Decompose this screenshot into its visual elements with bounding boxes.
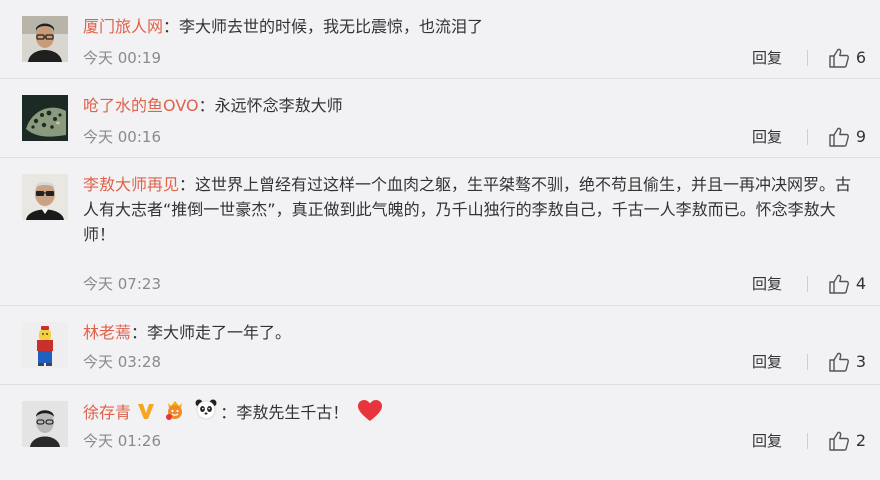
comment-username[interactable]: 厦门旅人网 xyxy=(83,17,163,36)
comment-username[interactable]: 李敖大师再见 xyxy=(83,175,179,194)
avatar-old-man-glasses-icon xyxy=(22,174,68,220)
like-button[interactable]: 9 xyxy=(828,125,866,149)
thumbs-up-icon xyxy=(829,431,849,451)
thumbs-up-icon xyxy=(829,48,849,68)
meta-divider xyxy=(807,50,808,66)
comment-username[interactable]: 呛了水的鱼OVO xyxy=(83,96,199,115)
comment-item: 呛了水的鱼OVO：永远怀念李敖大师 今天 00:16 回复 9 xyxy=(0,79,880,158)
reply-button[interactable]: 回复 xyxy=(752,272,782,296)
avatar-lego-figure-icon xyxy=(22,322,68,368)
thumbs-up-icon xyxy=(829,352,849,372)
like-count: 9 xyxy=(855,127,866,146)
user-avatar[interactable] xyxy=(22,174,68,220)
comment-time: 今天 03:28 xyxy=(83,353,161,371)
reply-button[interactable]: 回复 xyxy=(752,46,782,70)
like-button[interactable]: 3 xyxy=(828,350,866,374)
thumbs-up-icon xyxy=(829,274,849,294)
comment-text: 李大师去世的时候，我无比震惊，也流泪了 xyxy=(179,17,484,36)
comment-separator: ： xyxy=(179,175,196,194)
user-avatar[interactable] xyxy=(22,401,68,447)
meta-divider xyxy=(807,354,808,370)
user-avatar[interactable] xyxy=(22,16,68,62)
crown-face-icon[interactable] xyxy=(163,397,187,430)
like-count: 2 xyxy=(855,431,866,450)
comment-separator: ： xyxy=(198,96,215,115)
heart-icon xyxy=(357,399,383,432)
reply-button[interactable]: 回复 xyxy=(752,125,782,149)
comment-username[interactable]: 徐存青 xyxy=(83,403,131,422)
comment-item: 徐存青 ：李敖先生千古！ 今天 01:26 回复 2 xyxy=(0,385,880,480)
meta-divider xyxy=(807,276,808,292)
comment-meta: 今天 01:26 回复 2 xyxy=(83,429,866,453)
comment-meta: 今天 00:19 回复 6 xyxy=(83,46,866,70)
comment-item: 厦门旅人网：李大师去世的时候，我无比震惊，也流泪了 今天 00:19 回复 6 xyxy=(0,0,880,79)
comment-item: 李敖大师再见：这世界上曾经有过这样一个血肉之躯，生平桀骜不驯，绝不苟且偷生，并且… xyxy=(0,158,880,306)
comment-text: 李大师走了一年了。 xyxy=(147,323,292,342)
like-count: 3 xyxy=(855,352,866,371)
avatar-leopard-icon xyxy=(22,95,68,141)
comment-meta: 今天 07:23 回复 4 xyxy=(83,272,866,296)
like-count: 4 xyxy=(855,274,866,293)
comment-meta: 今天 00:16 回复 9 xyxy=(83,125,866,149)
avatar-man-glasses-icon xyxy=(22,16,68,62)
like-button[interactable]: 2 xyxy=(828,429,866,453)
comment-text: 永远怀念李敖大师 xyxy=(214,96,343,115)
comment-separator: ： xyxy=(220,403,237,422)
comment-separator: ： xyxy=(131,323,148,342)
comment-item: 林老蔫：李大师走了一年了。 今天 03:28 回复 3 xyxy=(0,306,880,385)
panda-icon[interactable] xyxy=(194,397,218,430)
comment-text: 李敖先生千古！ xyxy=(236,403,349,422)
comment-time: 今天 00:19 xyxy=(83,49,161,67)
reply-button[interactable]: 回复 xyxy=(752,429,782,453)
meta-divider xyxy=(807,129,808,145)
like-button[interactable]: 4 xyxy=(828,272,866,296)
meta-divider xyxy=(807,433,808,449)
reply-button[interactable]: 回复 xyxy=(752,350,782,374)
comment-list: 厦门旅人网：李大师去世的时候，我无比震惊，也流泪了 今天 00:19 回复 6 xyxy=(0,0,880,480)
user-avatar[interactable] xyxy=(22,322,68,368)
comment-time: 今天 01:26 xyxy=(83,432,161,450)
comment-time: 今天 07:23 xyxy=(83,275,161,293)
like-button[interactable]: 6 xyxy=(828,46,866,70)
comment-time: 今天 00:16 xyxy=(83,128,161,146)
comment-text: 这世界上曾经有过这样一个血肉之躯，生平桀骜不驯，绝不苟且偷生，并且一再冲决网罗。… xyxy=(83,175,852,244)
vip-v-icon[interactable] xyxy=(136,401,156,430)
comment-meta: 今天 03:28 回复 3 xyxy=(83,350,866,374)
like-count: 6 xyxy=(855,48,866,67)
avatar-portrait-bw-icon xyxy=(22,401,68,447)
thumbs-up-icon xyxy=(829,127,849,147)
user-avatar[interactable] xyxy=(22,95,68,141)
comment-username[interactable]: 林老蔫 xyxy=(83,323,131,342)
comment-separator: ： xyxy=(163,17,180,36)
